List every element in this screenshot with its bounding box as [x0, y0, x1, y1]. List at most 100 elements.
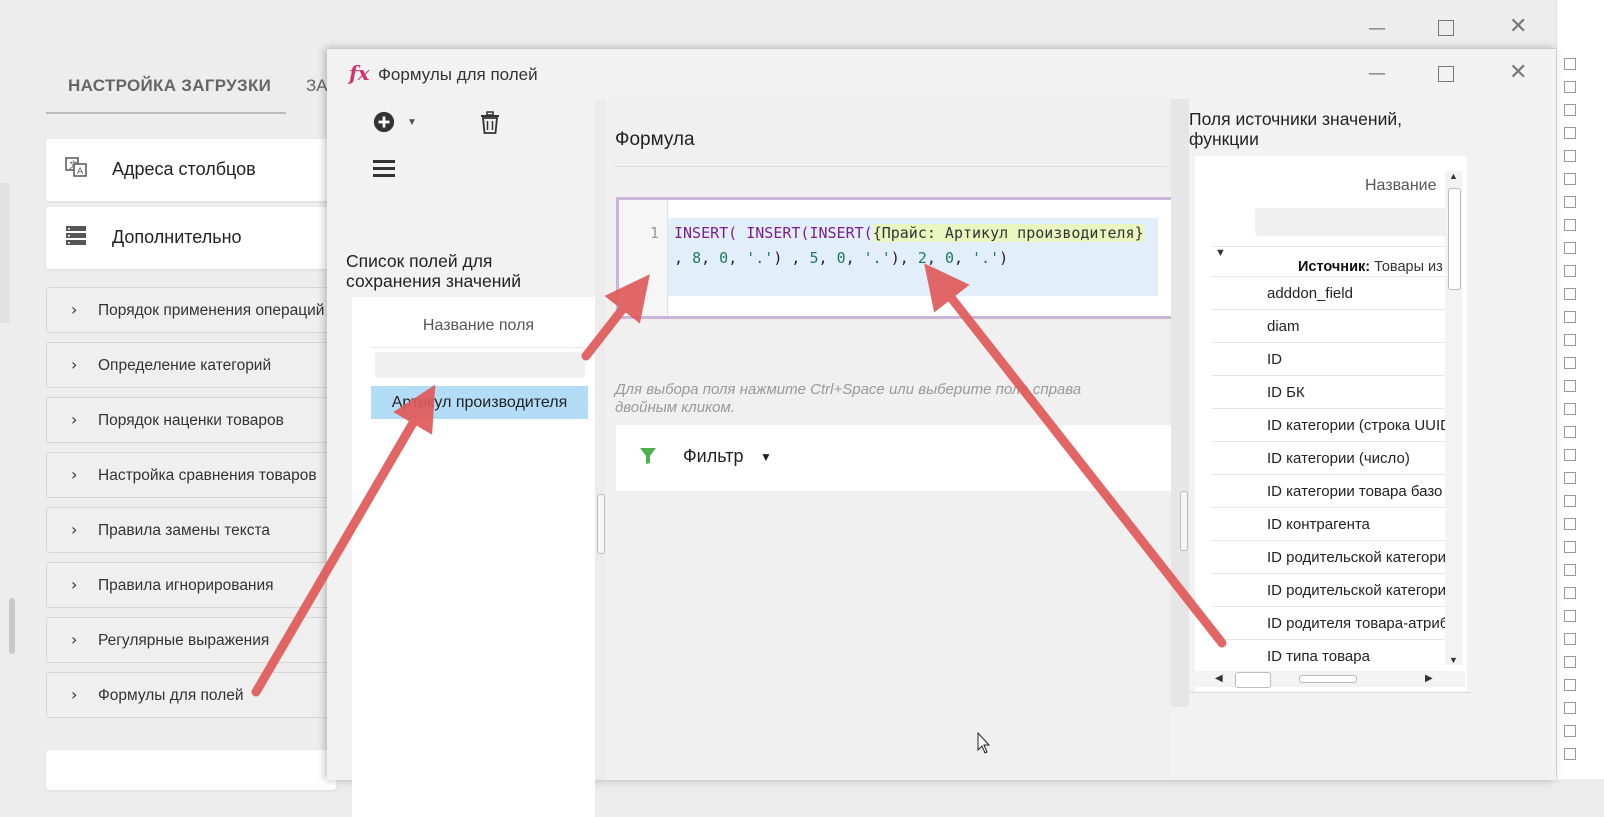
checkbox[interactable] [1564, 679, 1576, 691]
splitter-grip[interactable] [597, 494, 605, 554]
accordion-item[interactable]: › Настройка сравнения товаров [46, 452, 338, 498]
tree-item[interactable]: ID категории товара базо [1212, 474, 1452, 508]
checkbox[interactable] [1564, 633, 1576, 645]
scroll-down-icon[interactable]: ▼ [1449, 655, 1458, 665]
checkbox[interactable] [1564, 610, 1576, 622]
code-token: 5 [809, 249, 819, 267]
checkbox[interactable] [1564, 564, 1576, 576]
close-icon[interactable]: ✕ [1509, 14, 1527, 39]
tree-item[interactable]: ID [1212, 342, 1452, 376]
card-additional[interactable]: Дополнительно [46, 207, 336, 269]
checkbox[interactable] [1564, 219, 1576, 231]
tree-group-row[interactable]: ▼ Источник: Товары из [1212, 246, 1452, 277]
card-column-addresses[interactable]: 文 A Адреса столбцов [46, 139, 336, 201]
list-item-selected[interactable]: Артикул производителя [371, 386, 588, 419]
checkbox[interactable] [1564, 150, 1576, 162]
tree-item[interactable]: diam [1212, 309, 1452, 343]
maximize-icon[interactable] [1438, 20, 1454, 36]
checkbox[interactable] [1564, 380, 1576, 392]
scroll-up-icon[interactable]: ▲ [1449, 171, 1458, 181]
caret-down-icon[interactable]: ▼ [407, 117, 417, 128]
checkbox[interactable] [1564, 656, 1576, 668]
checkbox[interactable] [1564, 334, 1576, 346]
scrollbar-thumb[interactable] [1235, 672, 1271, 688]
checkbox[interactable] [1564, 541, 1576, 553]
splitter-grip[interactable] [1180, 491, 1188, 551]
caret-down-icon[interactable]: ▼ [760, 450, 772, 464]
tree-item[interactable]: ID родителя товара-атриб [1212, 606, 1452, 640]
checkbox[interactable] [1564, 127, 1576, 139]
checkbox[interactable] [1564, 265, 1576, 277]
code-token: , [728, 249, 747, 267]
accordion-item[interactable]: › Порядок применения операций [46, 287, 338, 333]
checkbox[interactable] [1564, 196, 1576, 208]
card-label: Адреса столбцов [112, 159, 256, 179]
checkbox[interactable] [1564, 472, 1576, 484]
filter-label[interactable]: Фильтр [683, 446, 743, 467]
accordion-item[interactable]: › Регулярные выражения [46, 617, 338, 663]
accordion-item-formulas[interactable]: › Формулы для полей [46, 672, 338, 718]
checkbox[interactable] [1564, 518, 1576, 530]
column-filter-input[interactable] [375, 352, 585, 378]
checkbox[interactable] [1564, 288, 1576, 300]
column-header[interactable]: Название поля [372, 317, 585, 348]
fields-list-title: Список полей для сохранения значений [346, 251, 521, 291]
tree-item[interactable]: adddon_field [1212, 276, 1452, 310]
checkbox[interactable] [1564, 104, 1576, 116]
code-token: 0 [719, 249, 729, 267]
dialog-maximize-icon[interactable] [1438, 66, 1454, 82]
checkbox[interactable] [1564, 449, 1576, 461]
scrollbar-thumb[interactable] [1448, 188, 1461, 290]
tree-item[interactable]: ID родительской категори [1212, 540, 1452, 574]
splitter[interactable] [1171, 99, 1189, 707]
vertical-scrollbar[interactable]: ▲ ▼ [1445, 171, 1462, 665]
chevron-right-icon: › [71, 410, 78, 429]
formula-code[interactable]: INSERT( INSERT(INSERT({Прайс: Артикул пр… [668, 218, 1158, 296]
tree-item[interactable]: ID контрагента [1212, 507, 1452, 541]
checkbox[interactable] [1564, 357, 1576, 369]
accordion-item[interactable]: › Правила игнорирования [46, 562, 338, 608]
checkbox[interactable] [1564, 242, 1576, 254]
minimize-icon[interactable]: — [1368, 18, 1386, 39]
background-scrollbar-thumb[interactable] [9, 598, 15, 654]
tab-other[interactable]: ЗА [306, 76, 328, 96]
column-header[interactable]: Название [1365, 177, 1437, 195]
hamburger-icon[interactable] [373, 158, 395, 178]
checkbox[interactable] [1564, 81, 1576, 93]
formula-editor[interactable]: 1 INSERT( INSERT(INSERT({Прайс: Артикул … [616, 197, 1178, 319]
trash-icon[interactable] [479, 111, 501, 135]
filter-bar[interactable]: Фильтр ▼ [616, 425, 1171, 491]
checkbox[interactable] [1564, 58, 1576, 70]
checkbox[interactable] [1564, 748, 1576, 760]
checkbox[interactable] [1564, 725, 1576, 737]
tree-item[interactable]: ID категории (число) [1212, 441, 1452, 475]
splitter[interactable] [595, 99, 605, 780]
tree-item[interactable]: ID типа товара [1212, 639, 1452, 673]
checkbox[interactable] [1564, 311, 1576, 323]
svg-text:A: A [77, 167, 84, 177]
resize-grip[interactable] [1299, 675, 1357, 683]
plus-circle-icon[interactable] [373, 111, 395, 133]
line-number: 1 [649, 224, 659, 242]
scroll-left-icon[interactable]: ◀ [1215, 673, 1223, 684]
dialog-close-icon[interactable]: ✕ [1509, 60, 1527, 85]
dialog-minimize-icon[interactable]: — [1368, 63, 1386, 84]
column-filter-input[interactable] [1255, 208, 1455, 236]
tree-item[interactable]: ID родительской категори [1212, 573, 1452, 607]
horizontal-scrollbar[interactable]: ◀ ▶ [1195, 671, 1465, 688]
tree-item[interactable]: ID категории (строка UUID [1212, 408, 1452, 442]
card-label: Дополнительно [112, 227, 242, 247]
checkbox[interactable] [1564, 587, 1576, 599]
checkbox[interactable] [1564, 495, 1576, 507]
tab-load-settings[interactable]: НАСТРОЙКА ЗАГРУЗКИ [68, 76, 271, 96]
accordion-item[interactable]: › Правила замены текста [46, 507, 338, 553]
accordion-item[interactable]: › Порядок наценки товаров [46, 397, 338, 443]
checkbox[interactable] [1564, 403, 1576, 415]
expand-triangle-icon[interactable]: ▼ [1215, 247, 1226, 259]
scroll-right-icon[interactable]: ▶ [1425, 673, 1433, 684]
checkbox[interactable] [1564, 173, 1576, 185]
tree-item[interactable]: ID БК [1212, 375, 1452, 409]
checkbox[interactable] [1564, 702, 1576, 714]
checkbox[interactable] [1564, 426, 1576, 438]
accordion-item[interactable]: › Определение категорий [46, 342, 338, 388]
